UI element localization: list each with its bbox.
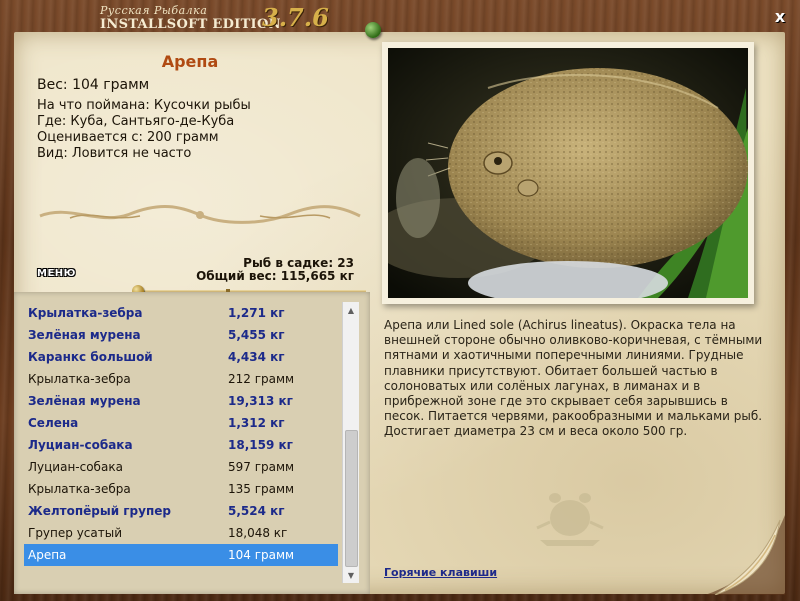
app-title-bottom: INSTALLSOFT EDITION xyxy=(100,17,281,32)
list-item[interactable]: Желтопёрый групер 5,524 кг xyxy=(24,500,338,522)
list-item-fish-name: Луциан-собака xyxy=(28,438,133,452)
fish-description: Арепа или Lined sole (Achirus lineatus).… xyxy=(384,318,763,439)
list-item-weight: 212 грамм xyxy=(228,372,295,386)
menu-button[interactable]: МЕНЮ xyxy=(37,268,76,279)
list-item[interactable]: Зелёная мурена 5,455 кг xyxy=(24,324,338,346)
pin-icon xyxy=(365,22,381,38)
list-item[interactable]: Каранкс большой 4,434 кг xyxy=(24,346,338,368)
chevron-up-icon[interactable]: ▲ xyxy=(343,302,359,318)
list-item-weight: 18,048 кг xyxy=(228,526,288,540)
list-item-weight: 4,434 кг xyxy=(228,350,285,364)
ornament-divider xyxy=(39,205,361,224)
catfish-silhouette-icon xyxy=(536,493,604,546)
list-item[interactable]: Арепа 104 грамм xyxy=(24,544,338,566)
close-icon[interactable]: x xyxy=(772,8,788,26)
list-item-fish-name: Селена xyxy=(28,416,79,430)
list-item-fish-name: Зелёная мурена xyxy=(28,394,141,408)
scrollbar-thumb[interactable] xyxy=(345,430,358,567)
list-item-fish-name: Луциан-собака xyxy=(28,460,123,474)
list-item-fish-name: Желтопёрый групер xyxy=(28,504,171,518)
list-item-weight: 19,313 кг xyxy=(228,394,293,408)
app-title-top: Русская Рыбалка xyxy=(100,4,208,17)
list-item-weight: 135 грамм xyxy=(228,482,295,496)
cage-count: Рыб в садке: 23 xyxy=(243,256,354,270)
list-item-fish-name: Арепа xyxy=(28,548,67,562)
list-item[interactable]: Групер усатый 18,048 кг xyxy=(24,522,338,544)
list-item-weight: 18,159 кг xyxy=(228,438,293,452)
list-item[interactable]: Крылатка-зебра 135 грамм xyxy=(24,478,338,500)
catch-list: Крылатка-зебра 1,271 кг Зелёная мурена 5,45… xyxy=(24,302,338,566)
list-item[interactable]: Зелёная мурена 19,313 кг xyxy=(24,390,338,412)
fish-location: Где: Куба, Сантьяго-де-Куба xyxy=(37,114,235,129)
list-item[interactable]: Селена 1,312 кг xyxy=(24,412,338,434)
chevron-down-icon[interactable]: ▼ xyxy=(343,567,359,583)
app-version: 3.7.6 xyxy=(262,3,329,32)
list-item-fish-name: Зелёная мурена xyxy=(28,328,141,342)
fish-photo xyxy=(388,48,748,298)
list-item-weight: 104 грамм xyxy=(228,548,295,562)
list-item-weight: 5,524 кг xyxy=(228,504,285,518)
list-item-fish-name: Крылатка-зебра xyxy=(28,372,131,386)
list-item[interactable]: Луциан-собака 597 грамм xyxy=(24,456,338,478)
fish-value: Оценивается с: 200 грамм xyxy=(37,130,219,145)
list-item-weight: 1,271 кг xyxy=(228,306,285,320)
catch-list-scrollbar[interactable]: ▲ ▼ xyxy=(342,302,359,583)
hotkeys-link[interactable]: Горячие клавиши xyxy=(384,566,497,579)
list-item[interactable]: Крылатка-зебра 212 грамм xyxy=(24,368,338,390)
fish-frequency: Вид: Ловится не часто xyxy=(37,146,192,161)
list-item-weight: 597 грамм xyxy=(228,460,295,474)
fish-name: Арепа xyxy=(161,52,219,71)
list-item-fish-name: Каранкс большой xyxy=(28,350,153,364)
fish-bait: На что поймана: Кусочки рыбы xyxy=(37,98,251,113)
cage-total-weight: Общий вес: 115,665 кг xyxy=(196,269,354,283)
list-item-weight: 1,312 кг xyxy=(228,416,285,430)
fish-photo-frame xyxy=(382,42,754,304)
list-item-fish-name: Крылатка-зебра xyxy=(28,306,143,320)
list-item[interactable]: Луциан-собака 18,159 кг xyxy=(24,434,338,456)
list-item-weight: 5,455 кг xyxy=(228,328,285,342)
list-item-fish-name: Крылатка-зебра xyxy=(28,482,131,496)
list-item-fish-name: Групер усатый xyxy=(28,526,123,540)
catch-list-panel: Крылатка-зебра 1,271 кг Зелёная мурена 5,45… xyxy=(14,292,370,594)
fish-weight: Вес: 104 грамм xyxy=(37,77,150,93)
list-item[interactable]: Крылатка-зебра 1,271 кг xyxy=(24,302,338,324)
page-curl xyxy=(705,515,785,595)
